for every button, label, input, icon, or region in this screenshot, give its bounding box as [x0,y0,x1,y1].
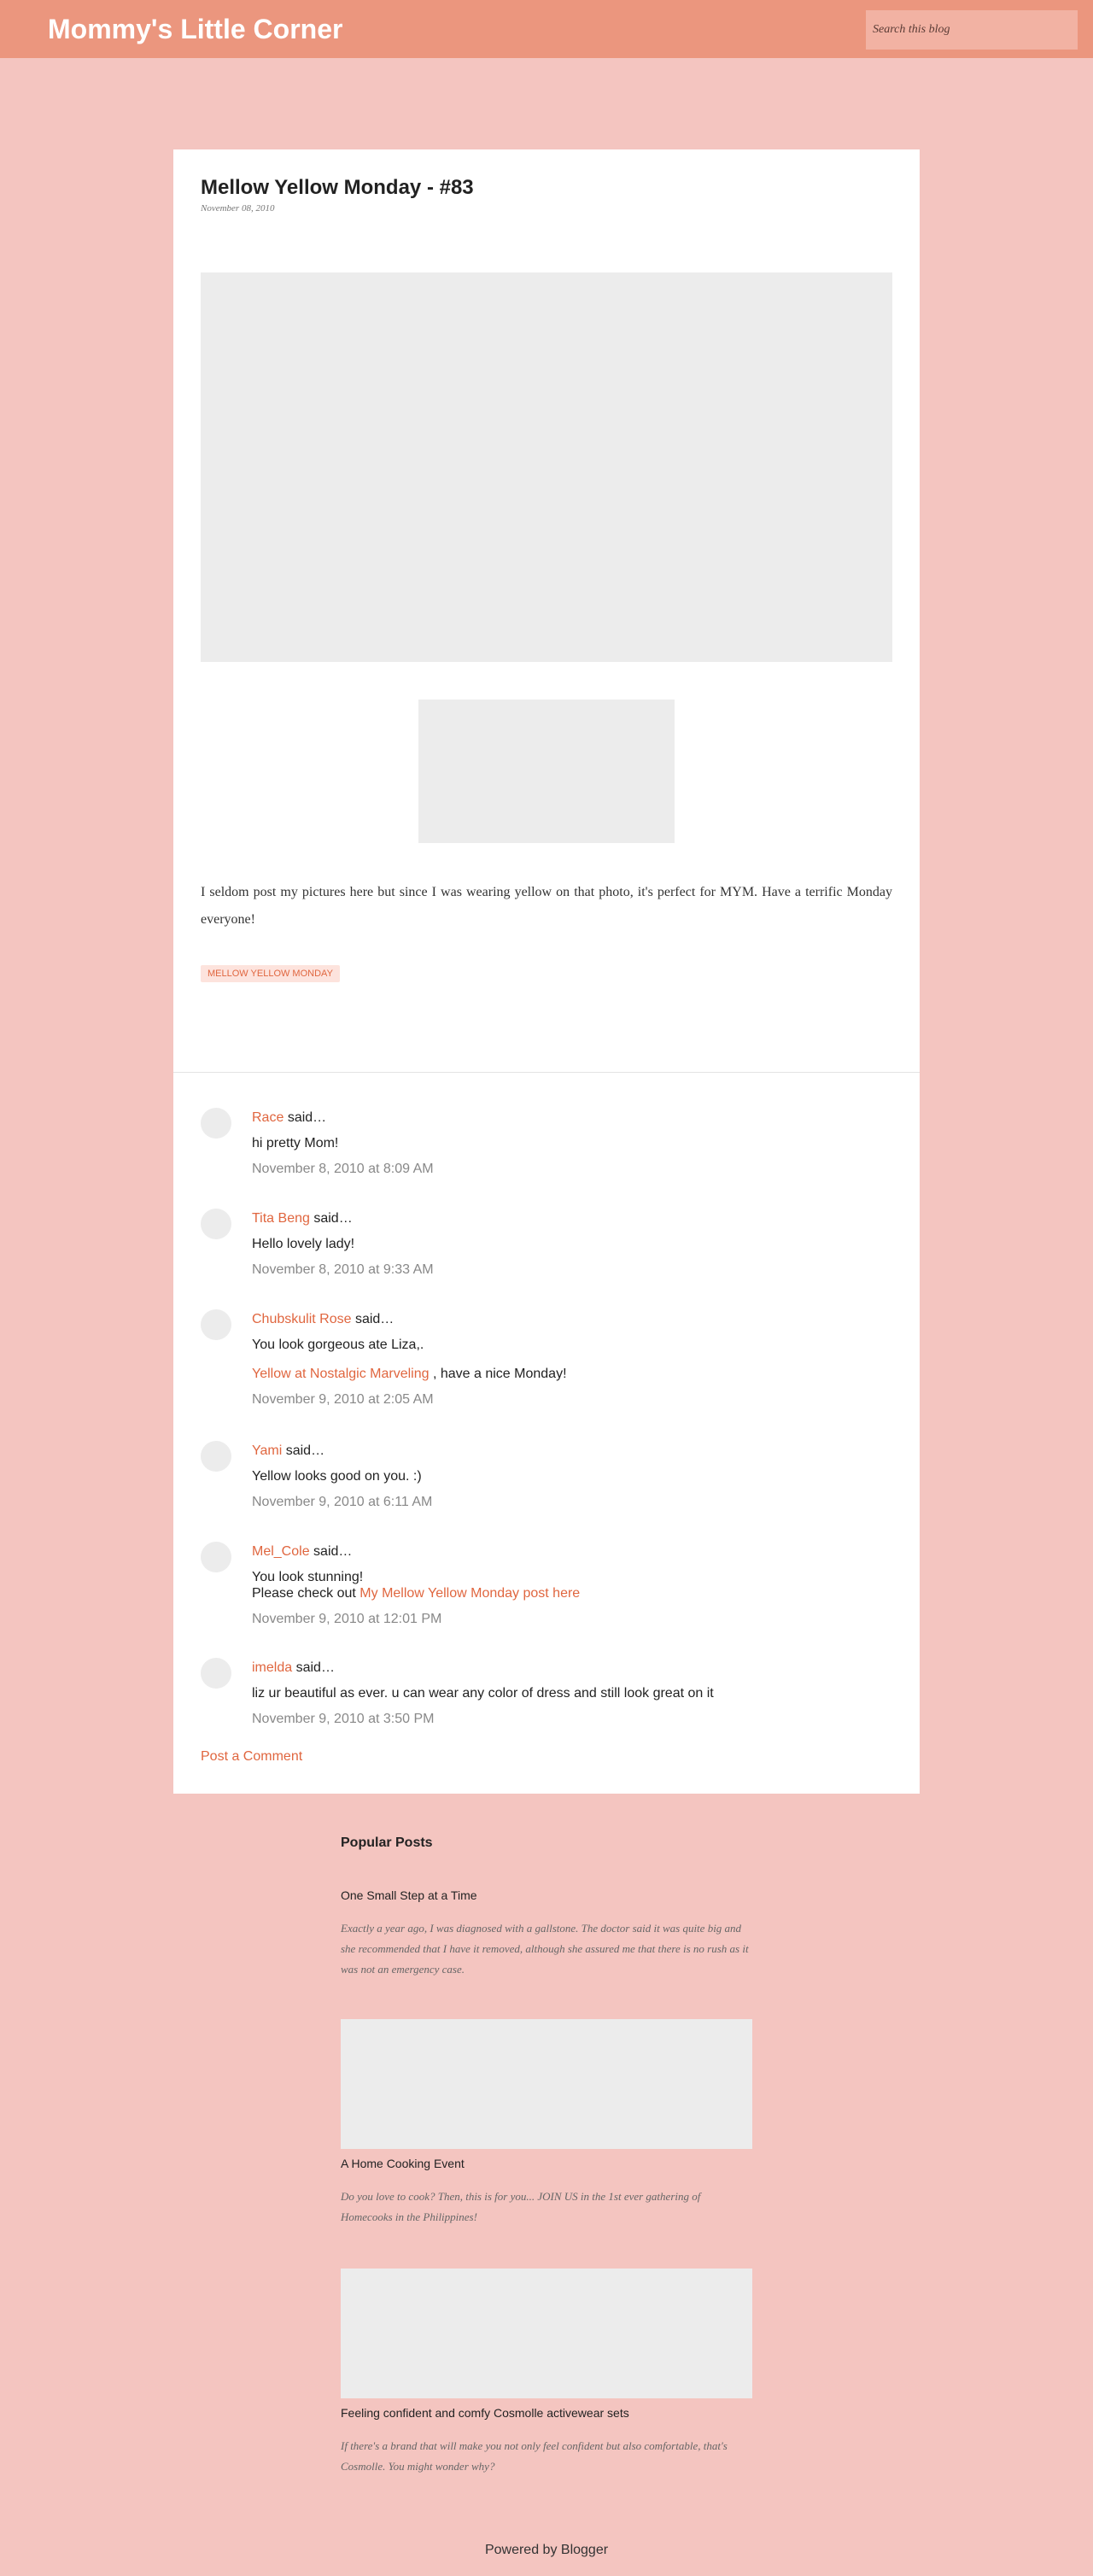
avatar[interactable] [201,1658,231,1689]
comment-author-link[interactable]: Mel_Cole [252,1544,310,1559]
footer-powered-by: Powered by Blogger [484,2543,609,2557]
comment-text: Yellow looks good on you. :) [252,1469,422,1484]
comment-header: imelda said… [252,1660,335,1677]
widget-title: Popular Posts [341,1835,433,1850]
post-a-comment-link[interactable]: Post a Comment [201,1749,302,1765]
comments-divider [173,1072,920,1073]
comment-timestamp[interactable]: November 9, 2010 at 6:11 AM [252,1494,432,1511]
comment-pre-link-text: Please check out [252,1586,360,1601]
comment-author-link[interactable]: Yami [252,1443,282,1458]
post-body: I seldom post my pictures here but since… [201,885,892,927]
comment-said-text: said… [313,1544,353,1559]
comment-author-link[interactable]: imelda [252,1660,292,1675]
comment-timestamp[interactable]: November 9, 2010 at 2:05 AM [252,1391,434,1408]
popular-post-title-link[interactable]: Feeling confident and comfy Cosmolle act… [341,2405,629,2421]
comment-blog-link[interactable]: Yellow at Nostalgic Marveling [252,1367,430,1381]
comment-said-text: said… [295,1660,335,1675]
comment-timestamp[interactable]: November 9, 2010 at 3:50 PM [252,1711,434,1728]
popular-post-title-link[interactable]: One Small Step at a Time [341,1888,477,1903]
comment-header: Yami said… [252,1443,324,1460]
post-photo[interactable] [201,272,892,662]
comment-header: Chubskulit Rose said… [252,1311,394,1328]
popular-post-snippet: Do you love to cook? Then, this is for y… [341,2190,701,2223]
comment-text: You look gorgeous ate Liza,. [252,1338,424,1352]
popular-post-snippet: Exactly a year ago, I was diagnosed with… [341,1922,749,1976]
popular-post-title-link[interactable]: A Home Cooking Event [341,2156,465,2171]
popular-post-thumbnail[interactable] [341,2269,752,2398]
comment-text: Hello lovely lady! [252,1237,355,1251]
blog-header: Mommy's Little Corner [0,0,1093,58]
popular-post-thumbnail[interactable] [341,2019,752,2149]
comment-header: Mel_Cole said… [252,1543,352,1560]
comment-timestamp[interactable]: November 9, 2010 at 12:01 PM [252,1611,441,1628]
post-date[interactable]: November 08, 2010 [201,203,274,214]
avatar[interactable] [201,1209,231,1239]
comment-timestamp[interactable]: November 8, 2010 at 8:09 AM [252,1161,434,1178]
comment-said-text: said… [285,1443,325,1458]
comment-author-link[interactable]: Chubskulit Rose [252,1312,352,1326]
comment-said-text: said… [354,1312,395,1326]
avatar[interactable] [201,1542,231,1572]
post-card: Mellow Yellow Monday - #83 November 08, … [173,149,920,1794]
avatar[interactable] [201,1441,231,1472]
comment-after-link-text: , have a nice Monday! [432,1367,567,1381]
comment-header: Race said… [252,1109,326,1127]
post-badge-image[interactable] [418,700,675,843]
comment-text: liz ur beautiful as ever. u can wear any… [252,1686,714,1701]
search-input[interactable] [866,10,1078,50]
comment-text: You look stunning! [252,1570,364,1584]
post-label-chip[interactable]: MELLOW YELLOW MONDAY [201,965,340,982]
comment-blog-link[interactable]: My Mellow Yellow Monday post here [359,1586,580,1601]
comment-author-link[interactable]: Tita Beng [252,1211,310,1226]
comment-header: Tita Beng said… [252,1210,353,1227]
comment-author-link[interactable]: Race [252,1110,283,1125]
blog-title-link[interactable]: Mommy's Little Corner [48,12,342,46]
comment-link-line: Yellow at Nostalgic Marveling , have a n… [252,1366,567,1383]
comment-timestamp[interactable]: November 8, 2010 at 9:33 AM [252,1262,434,1279]
post-title: Mellow Yellow Monday - #83 [201,176,474,199]
avatar[interactable] [201,1309,231,1340]
avatar[interactable] [201,1108,231,1139]
comment-said-text: said… [287,1110,327,1125]
comment-link-line: Please check out My Mellow Yellow Monday… [252,1585,580,1602]
comment-text: hi pretty Mom! [252,1136,339,1150]
popular-post-snippet: If there's a brand that will make you no… [341,2439,728,2473]
comment-said-text: said… [313,1211,353,1226]
